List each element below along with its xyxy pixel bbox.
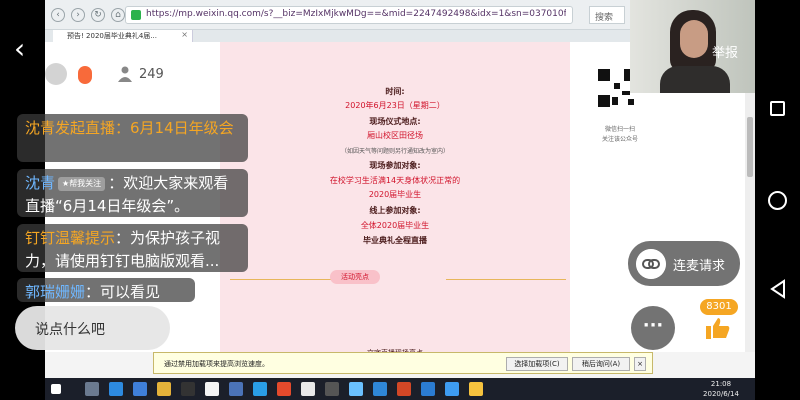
- comment-placeholder: 说点什么吧: [35, 322, 105, 338]
- onsite-value-2: 2020届毕业生: [368, 190, 422, 199]
- home-icon[interactable]: [768, 191, 787, 210]
- viewer-person-icon: [118, 66, 132, 82]
- time-label: 时间:: [385, 87, 405, 96]
- notification-close-button[interactable]: ×: [634, 357, 646, 371]
- chat-message: 郭瑞姗姗：可以看见: [17, 278, 195, 302]
- time-value: 2020年6月23日（星期二）: [345, 101, 445, 110]
- back-arrow-icon[interactable]: ‹: [14, 34, 38, 64]
- taskbar-date: 2020/6/14: [703, 390, 739, 398]
- live-indicator-icon: [78, 66, 92, 84]
- qq-icon[interactable]: [205, 382, 219, 396]
- online-note: 毕业典礼全程直播: [363, 236, 427, 245]
- chat-message: 钉钉温馨提示：为保护孩子视力，请使用钉钉电脑版观看...: [17, 224, 248, 272]
- address-text: https://mp.weixin.qq.com/s?__biz=MzIxMjk…: [146, 9, 566, 19]
- app-icon[interactable]: [349, 382, 363, 396]
- app-icon[interactable]: [373, 382, 387, 396]
- app-icon[interactable]: [181, 382, 195, 396]
- app-icon[interactable]: [253, 382, 267, 396]
- browser-back-icon[interactable]: ‹: [51, 8, 65, 22]
- article-body: 时间: 2020年6月23日（星期二） 现场仪式地点: 厢山校区田径场 （如因天…: [220, 42, 570, 357]
- online-label: 线上参加对象:: [369, 206, 421, 215]
- venue-note: （如因天气等问题则另行通知改为室内）: [340, 148, 449, 155]
- viewer-count: 249: [139, 67, 164, 82]
- onsite-value-1: 在校学习生活满14天身体状况正常的: [329, 176, 461, 185]
- chat-sender: 郭瑞姗姗: [25, 283, 86, 301]
- host-body: [660, 66, 730, 93]
- host-avatar[interactable]: [45, 63, 67, 85]
- task-view-icon[interactable]: [85, 382, 99, 396]
- qr-caption: 关注该公众号: [601, 136, 638, 143]
- chat-text: ：可以看见: [85, 283, 161, 301]
- addon-notification-bar: 通过禁用加载项来提高浏览速度。 选择加载项(C) 稍后询问(A) ×: [153, 352, 653, 374]
- link-icon: [636, 249, 666, 279]
- browser-app-icon[interactable]: [109, 382, 123, 396]
- dingtalk-icon[interactable]: [445, 382, 459, 396]
- connect-mic-request-button[interactable]: 连麦请求: [628, 241, 740, 286]
- venue-value: 厢山校区田径场: [367, 131, 423, 140]
- highlight-badge: 活动亮点: [330, 270, 380, 284]
- browser-nav-buttons: ‹ › ↻ ⌂: [51, 8, 125, 22]
- notification-text: 通过禁用加载项来提高浏览速度。: [164, 360, 269, 368]
- browser-refresh-icon[interactable]: ↻: [91, 8, 105, 22]
- like-count: 8301: [700, 299, 738, 315]
- powerpoint-icon[interactable]: [397, 382, 411, 396]
- follow-chip[interactable]: ★帮我关注: [58, 176, 106, 191]
- browser-home-icon[interactable]: ⌂: [111, 8, 125, 22]
- chrome-icon[interactable]: [277, 382, 291, 396]
- secure-lock-icon: [131, 10, 141, 20]
- edge-icon[interactable]: [133, 382, 147, 396]
- android-nav-bar: [755, 0, 800, 400]
- onsite-label: 现场参加对象:: [369, 161, 421, 170]
- more-options-button[interactable]: ···: [631, 306, 675, 350]
- chat-sender: 沈青: [25, 174, 56, 192]
- choose-addons-button[interactable]: 选择加载项(C): [506, 357, 568, 371]
- app-icon[interactable]: [325, 382, 339, 396]
- chat-text: 发起直播：6月14日年级会: [55, 119, 234, 137]
- chat-message: 沈青 ★帮我关注 ：欢迎大家来观看直播“6月14日年级会”。: [17, 169, 248, 217]
- browser-search-box[interactable]: 搜索: [589, 6, 625, 24]
- app-icon[interactable]: [301, 382, 315, 396]
- folder-icon[interactable]: [157, 382, 171, 396]
- thumbs-up-icon[interactable]: [706, 317, 730, 339]
- recent-apps-icon[interactable]: [770, 101, 785, 116]
- chat-sender: 沈青: [25, 119, 56, 137]
- report-button[interactable]: 举报: [712, 42, 738, 61]
- windows-start-icon[interactable]: [51, 384, 61, 394]
- browser-tab[interactable]: 预告! 2020届毕业典礼4届... ×: [53, 30, 193, 42]
- tab-close-icon[interactable]: ×: [181, 30, 188, 39]
- word-icon[interactable]: [421, 382, 435, 396]
- divider-line: [446, 279, 566, 280]
- divider-line: [230, 279, 340, 280]
- chat-text: ：欢迎大家来观看直播“6月14日年级会”。: [25, 174, 229, 215]
- app-icon[interactable]: [469, 382, 483, 396]
- android-back-icon[interactable]: [768, 279, 788, 299]
- browser-tab-title: 预告! 2020届毕业典礼4届...: [67, 32, 157, 40]
- follow-chip-label: 帮我关注: [69, 178, 102, 188]
- browser-forward-icon[interactable]: ›: [71, 8, 85, 22]
- live-stream-screen: ‹ ‹ › ↻ ⌂ https://mp.weixin.qq.com/s?__b…: [0, 0, 800, 400]
- windows-taskbar: 21:08 2020/6/14: [45, 378, 755, 400]
- comment-input[interactable]: 说点什么吧: [15, 306, 170, 350]
- chat-message: 沈青发起直播：6月14日年级会: [17, 114, 248, 162]
- qr-caption: 微信扫一扫: [604, 126, 635, 133]
- ask-later-button[interactable]: 稍后询问(A): [572, 357, 630, 371]
- address-bar[interactable]: https://mp.weixin.qq.com/s?__biz=MzIxMjk…: [125, 6, 573, 24]
- scrollbar-thumb[interactable]: [747, 117, 753, 177]
- online-value: 全体2020届毕业生: [360, 221, 430, 230]
- taskbar-time: 21:08: [710, 380, 732, 388]
- host-face: [680, 20, 708, 58]
- venue-label: 现场仪式地点:: [369, 117, 421, 126]
- browser-search-label: 搜索: [595, 13, 614, 23]
- chat-sender: 钉钉温馨提示: [25, 229, 116, 247]
- connect-mic-label: 连麦请求: [673, 259, 726, 274]
- app-icon[interactable]: [229, 382, 243, 396]
